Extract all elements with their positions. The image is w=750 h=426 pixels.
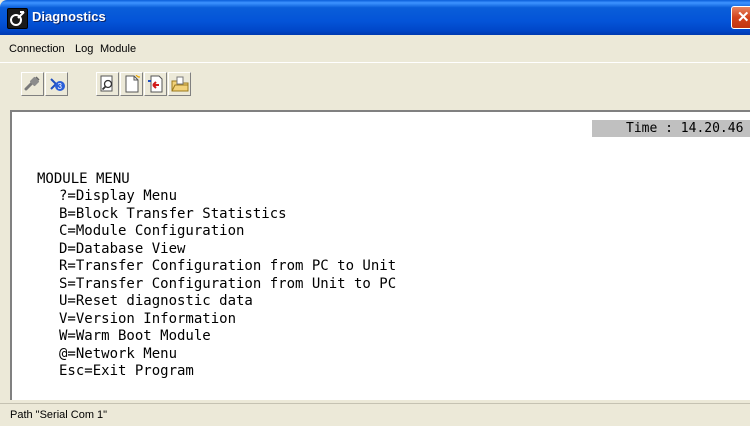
toolbar: 3: [0, 62, 750, 111]
new-file-button[interactable]: [120, 72, 143, 96]
status-bar: Path "Serial Com 1": [0, 403, 750, 426]
open-file-icon: [171, 76, 189, 92]
connect-icon: 3: [50, 78, 65, 91]
window-title: Diagnostics: [32, 9, 106, 24]
title-bar[interactable]: Diagnostics ✕: [0, 0, 750, 35]
disconnect-button[interactable]: [21, 72, 44, 96]
disconnect-plug-icon: [24, 76, 40, 91]
diagnostics-window: Diagnostics ✕ Connection Log Module 3 Ti…: [0, 0, 750, 426]
find-icon: [100, 75, 113, 92]
menu-option-display: ?=Display Menu: [59, 188, 178, 204]
menu-option-module-config: C=Module Configuration: [59, 223, 245, 239]
menu-option-reset-diagnostics: U=Reset diagnostic data: [59, 293, 253, 309]
menu-module[interactable]: Module: [100, 43, 136, 55]
module-menu-options: ?=Display Menu B=Block Transfer Statisti…: [59, 188, 396, 381]
file-transfer-icon: [148, 75, 163, 93]
menu-option-version-info: V=Version Information: [59, 310, 237, 327]
menu-bar: Connection Log Module: [0, 35, 750, 60]
close-icon: ✕: [737, 9, 750, 26]
menu-option-network-menu: @=Network Menu: [59, 345, 178, 362]
menu-option-warm-boot: W=Warm Boot Module: [59, 328, 211, 344]
new-file-icon: [125, 75, 140, 93]
menu-log[interactable]: Log: [75, 43, 93, 55]
status-path: Path "Serial Com 1": [10, 409, 108, 421]
find-button[interactable]: [96, 72, 119, 96]
file-transfer-button[interactable]: [144, 72, 167, 96]
time-display: Time : 14.20.46: [592, 120, 750, 137]
app-icon[interactable]: [7, 8, 28, 29]
menu-option-exit-program: Esc=Exit Program: [59, 363, 194, 379]
close-button[interactable]: ✕: [731, 6, 750, 29]
open-file-button[interactable]: [168, 72, 191, 96]
module-menu-title: MODULE MENU: [37, 171, 130, 187]
menu-option-block-transfer: B=Block Transfer Statistics: [59, 205, 287, 222]
menu-option-database-view: D=Database View: [59, 240, 186, 257]
terminal-output[interactable]: Time : 14.20.46 MODULE MENU ?=Display Me…: [10, 110, 750, 400]
menu-option-transfer-pc-to-unit: R=Transfer Configuration from PC to Unit: [59, 258, 397, 274]
menu-option-transfer-unit-to-pc: S=Transfer Configuration from Unit to PC: [59, 275, 397, 292]
menu-connection[interactable]: Connection: [9, 43, 65, 55]
connect-button[interactable]: 3: [45, 72, 68, 96]
svg-text:3: 3: [58, 82, 63, 91]
